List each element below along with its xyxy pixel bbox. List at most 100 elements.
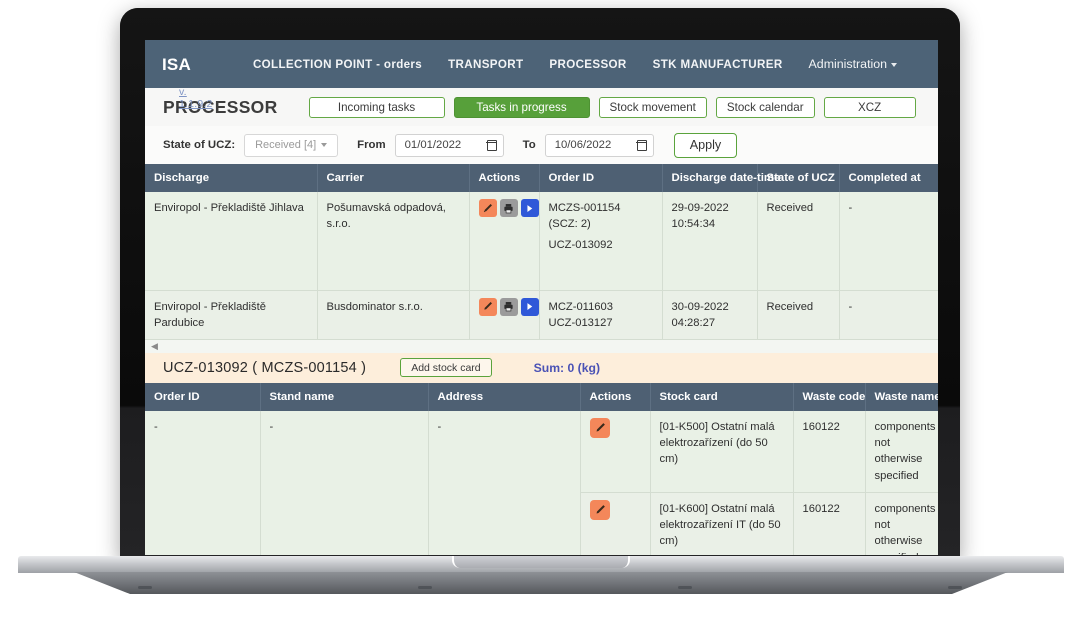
laptop-foot [418, 586, 432, 589]
col-completed-at[interactable]: Completed at [839, 164, 938, 192]
cell-discharge-datetime: 30-09-2022 04:28:27 [662, 289, 758, 340]
col-stand-name[interactable]: Stand name [260, 382, 429, 411]
cell-stock-card: [01-K500] Ostatní malá elektrozařízení (… [650, 410, 794, 493]
app-brand: ISA [162, 54, 191, 74]
tasks-table-header-row: Discharge Carrier Actions Order ID Disch… [145, 164, 938, 192]
edit-icon[interactable] [589, 499, 610, 520]
tab-xcz[interactable]: XCZ [823, 96, 916, 118]
cell-order-id: MCZ-011603 UCZ-013127 [539, 289, 663, 340]
chevron-down-icon [891, 62, 898, 67]
cell-state-of-ucz: Received [757, 289, 840, 340]
col-order-id[interactable]: Order ID [145, 382, 261, 411]
cell-actions [469, 192, 540, 291]
edit-icon[interactable] [589, 417, 610, 438]
col-stock-card[interactable]: Stock card [650, 382, 794, 411]
play-icon[interactable] [520, 297, 539, 316]
apply-button[interactable]: Apply [673, 132, 738, 158]
col-waste-name[interactable]: Waste name [865, 382, 938, 411]
tab-incoming-tasks[interactable]: Incoming tasks [308, 96, 445, 118]
laptop-base-front [74, 572, 1008, 594]
chevron-down-icon [321, 143, 328, 147]
to-date-input[interactable]: 10/06/2022 [544, 133, 654, 157]
cell-actions [580, 410, 651, 493]
calendar-icon[interactable] [636, 139, 648, 151]
app-navbar: ISA v. 1.1.9.2 COLLECTION POINT - orders… [145, 40, 938, 110]
order-id-primary: MCZ-011603 [548, 300, 613, 313]
cell-waste-name: components not otherwise specified [865, 410, 938, 493]
table-row[interactable]: Enviropol - Překladiště Pardubice Busdom… [145, 289, 938, 340]
col-actions: Actions [580, 382, 651, 411]
discharge-date: 30-09-2022 [671, 300, 729, 313]
stock-card-header-row: Order ID Stand name Address Actions Stoc… [145, 382, 938, 411]
col-actions: Actions [469, 164, 540, 192]
cell-completed-at: - [839, 192, 938, 291]
col-carrier[interactable]: Carrier [317, 164, 470, 192]
cell-discharge: Enviropol - Překladiště Pardubice [145, 289, 318, 340]
stock-card-table: Order ID Stand name Address Actions Stoc… [145, 382, 938, 555]
tab-stock-movement[interactable]: Stock movement [598, 96, 707, 118]
play-icon[interactable] [520, 199, 539, 217]
navbar-links: COLLECTION POINT - orders TRANSPORT PROC… [240, 57, 910, 71]
edit-icon[interactable] [478, 297, 497, 316]
cell-actions [580, 492, 651, 555]
tab-tasks-in-progress[interactable]: Tasks in progress [453, 96, 590, 118]
col-discharge[interactable]: Discharge [145, 164, 318, 192]
cell-order-id: MCZS-001154 (SCZ: 2) UCZ-013092 [539, 192, 663, 291]
cell-order-id: - [145, 410, 261, 555]
state-of-ucz-value: Received [4] [255, 139, 317, 151]
nav-link-administration[interactable]: Administration [796, 57, 911, 71]
cell-discharge-datetime: 29-09-2022 10:54:34 [662, 192, 758, 291]
cell-stock-card: [01-K600] Ostatní malá elektrozařízení I… [650, 492, 794, 555]
table-row[interactable]: Enviropol - Překladiště Jihlava Pošumavs… [145, 192, 938, 291]
to-date-value: 10/06/2022 [554, 139, 612, 151]
print-icon[interactable] [499, 199, 518, 217]
nav-link-collection-point[interactable]: COLLECTION POINT - orders [240, 58, 435, 71]
detail-header: UCZ-013092 ( MCZS-001154 ) Add stock car… [145, 352, 938, 383]
state-of-ucz-label: State of UCZ: [163, 139, 236, 151]
col-order-id[interactable]: Order ID [539, 164, 663, 192]
cell-discharge: Enviropol - Překladiště Jihlava [145, 192, 318, 291]
table-row[interactable]: - - - [01-K500] Ostatní malá elektrozaří… [145, 410, 938, 555]
col-discharge-datetime[interactable]: Discharge date-time [662, 164, 780, 192]
laptop-lid: ISA v. 1.1.9.2 COLLECTION POINT - orders… [120, 8, 960, 560]
cell-waste-code: 160122 [793, 492, 866, 555]
nav-link-processor[interactable]: PROCESSOR [536, 58, 639, 71]
col-address[interactable]: Address [428, 382, 581, 411]
discharge-time: 10:54:34 [671, 218, 716, 231]
calendar-icon[interactable] [486, 139, 498, 151]
horizontal-scroll-left-arrow[interactable]: ◀ [145, 339, 938, 353]
col-waste-code[interactable]: Waste code [793, 382, 866, 411]
order-id-secondary: UCZ-013127 [548, 316, 613, 329]
cell-stand-name: - [260, 410, 429, 555]
print-icon[interactable] [499, 297, 518, 316]
col-state-of-ucz[interactable]: State of UCZ [757, 164, 840, 192]
discharge-time: 04:28:27 [671, 316, 716, 329]
nav-link-transport[interactable]: TRANSPORT [435, 58, 536, 71]
discharge-date: 29-09-2022 [671, 202, 729, 214]
cell-actions [469, 289, 540, 340]
cell-address: - [428, 410, 581, 555]
add-stock-card-button[interactable]: Add stock card [400, 358, 492, 378]
state-of-ucz-select[interactable]: Received [4] [244, 133, 339, 157]
cell-waste-name: components not otherwise specified [865, 492, 938, 555]
from-date-input[interactable]: 01/01/2022 [394, 133, 504, 157]
screenshot-scene: ISA v. 1.1.9.2 COLLECTION POINT - orders… [0, 0, 1082, 632]
tasks-table: Discharge Carrier Actions Order ID Disch… [145, 164, 938, 340]
app-version-link[interactable]: v. 1.1.9.2 [179, 86, 213, 110]
laptop-foot [948, 586, 962, 589]
cell-carrier: Pošumavská odpadová, s.r.o. [317, 192, 470, 291]
order-id-primary: MCZS-001154 (SCZ: 2) [548, 202, 621, 231]
filter-bar: State of UCZ: Received [4] From 01/01/20… [145, 126, 938, 164]
nav-link-stk-manufacturer[interactable]: STK MANUFACTURER [640, 58, 796, 71]
detail-title: UCZ-013092 ( MCZS-001154 ) [163, 359, 367, 376]
page-toolbar: PROCESSOR Incoming tasks Tasks in progre… [145, 88, 938, 126]
edit-icon[interactable] [478, 199, 497, 217]
cell-completed-at: - [839, 289, 938, 340]
tab-stock-calendar[interactable]: Stock calendar [715, 96, 815, 118]
laptop-base-notch [452, 556, 630, 568]
from-label: From [357, 139, 386, 151]
laptop-base [18, 556, 1064, 594]
nav-administration-label: Administration [808, 57, 888, 71]
order-id-secondary: UCZ-013092 [548, 239, 613, 252]
cell-waste-code: 160122 [793, 410, 866, 493]
